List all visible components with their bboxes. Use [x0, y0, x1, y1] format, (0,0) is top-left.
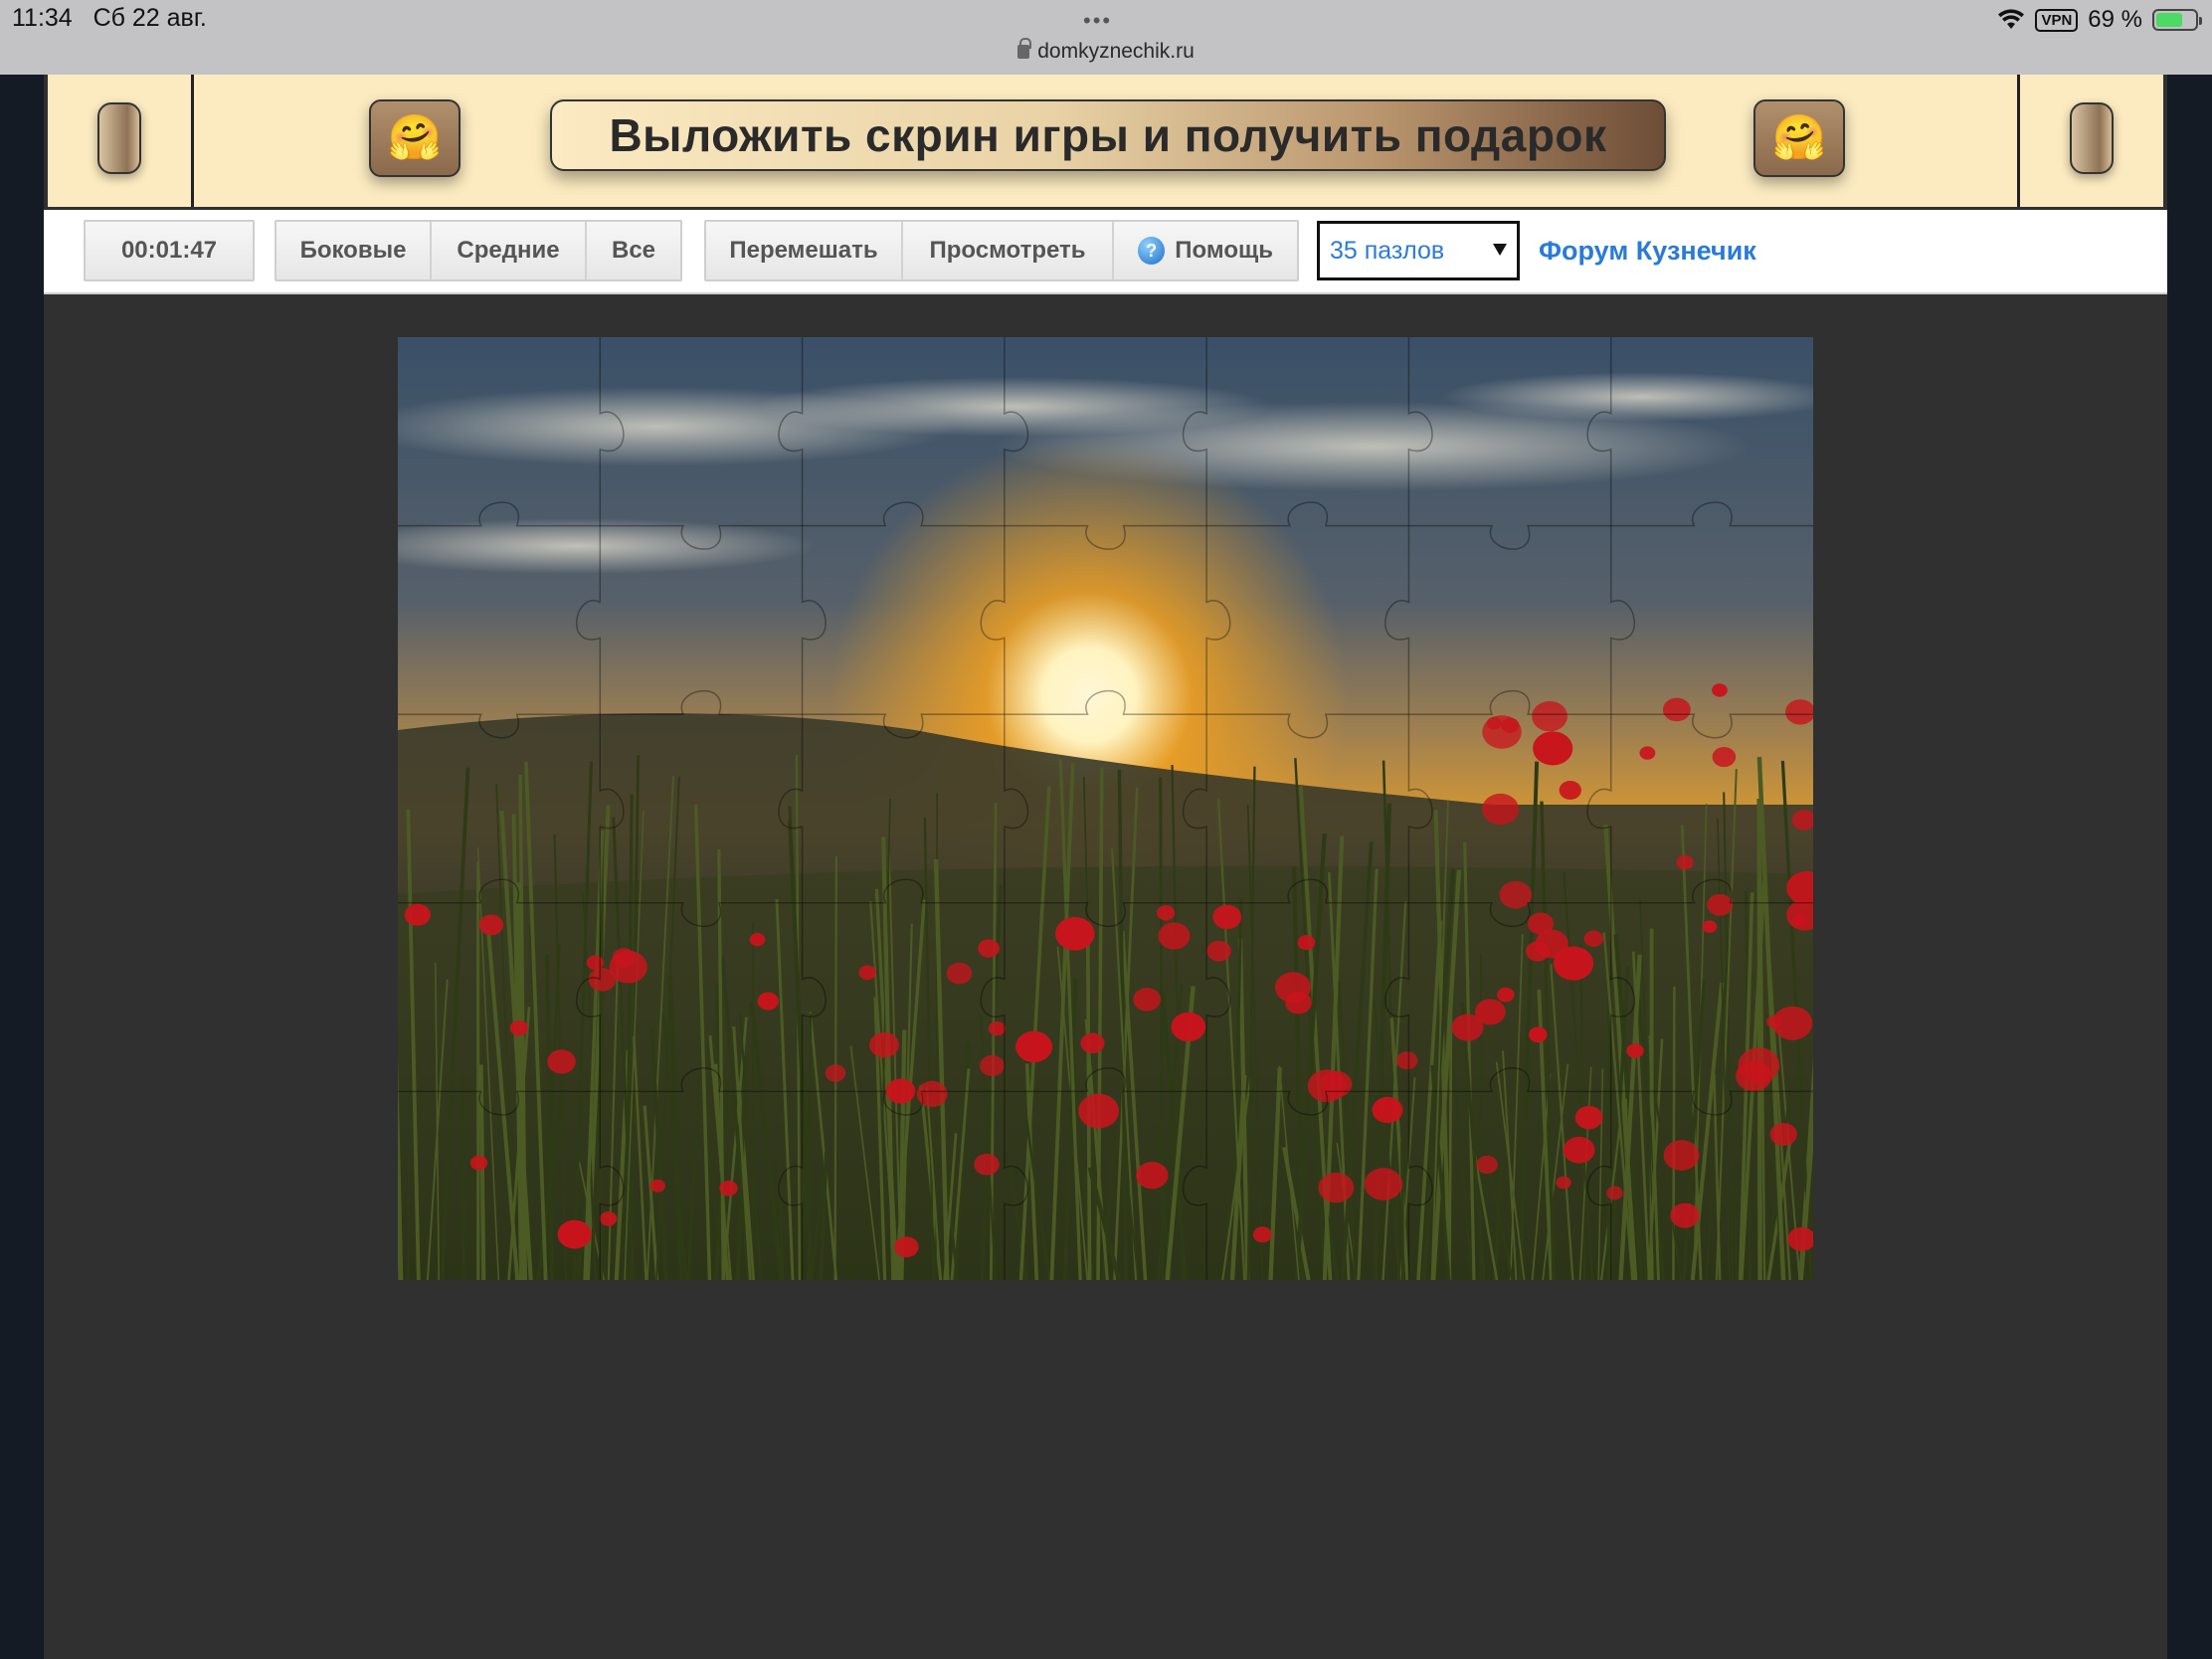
action-button-group: Перемешать Просмотреть ? Помощь: [704, 220, 1299, 281]
right-pill-decoration: [2070, 102, 2114, 174]
page: 🤗 Выложить скрин игры и получить подарок…: [44, 75, 2167, 1659]
vpn-badge: VPN: [2035, 8, 2079, 32]
puzzle-board[interactable]: [398, 337, 1813, 1280]
timer-display: 00:01:47: [84, 220, 255, 281]
all-pieces-button[interactable]: Все: [587, 222, 680, 279]
promo-banner: 🤗 Выложить скрин игры и получить подарок…: [48, 75, 2163, 207]
address-bar[interactable]: domkyznechik.ru: [0, 38, 2212, 64]
hugging-face-emoji-button-right[interactable]: 🤗: [1753, 99, 1845, 177]
url-text: domkyznechik.ru: [1037, 40, 1195, 63]
piece-count-select[interactable]: 35 пазлов: [1317, 221, 1520, 280]
battery-percent: 69 %: [2088, 6, 2142, 33]
puzzle-image[interactable]: [398, 337, 1813, 1280]
shuffle-button[interactable]: Перемешать: [706, 222, 903, 279]
left-pill-decoration: [97, 102, 141, 174]
preview-button[interactable]: Просмотреть: [903, 222, 1114, 279]
middle-pieces-button[interactable]: Средние: [432, 222, 587, 279]
help-icon: ?: [1138, 237, 1166, 265]
banner-title-button[interactable]: Выложить скрин игры и получить подарок: [550, 99, 1666, 171]
multitasking-dots[interactable]: •••: [1083, 8, 1112, 34]
lock-icon: [1017, 38, 1032, 59]
filter-button-group: Боковые Средние Все: [275, 220, 682, 281]
dropdown-arrow-icon: [1493, 244, 1507, 256]
ios-status-bar: 11:34 Сб 22 авг. ••• domkyznechik.ru VPN…: [0, 0, 2212, 75]
help-label: Помощь: [1175, 237, 1273, 264]
banner-left-panel: [48, 75, 194, 207]
banner-right-panel: [2017, 75, 2163, 207]
hugging-face-emoji-button-left[interactable]: 🤗: [369, 99, 461, 177]
wifi-icon: [1998, 9, 2025, 29]
status-indicators: VPN 69 %: [1997, 6, 2202, 34]
piece-count-value: 35 пазлов: [1330, 236, 1445, 265]
help-button[interactable]: ? Помощь: [1114, 222, 1297, 279]
battery-icon: [2152, 9, 2202, 31]
puzzle-toolbar: 00:01:47 Боковые Средние Все Перемешать …: [44, 210, 2167, 294]
forum-link[interactable]: Форум Кузнечик: [1539, 236, 1756, 267]
status-time-date: 11:34 Сб 22 авг.: [12, 4, 207, 32]
edge-pieces-button[interactable]: Боковые: [276, 222, 432, 279]
